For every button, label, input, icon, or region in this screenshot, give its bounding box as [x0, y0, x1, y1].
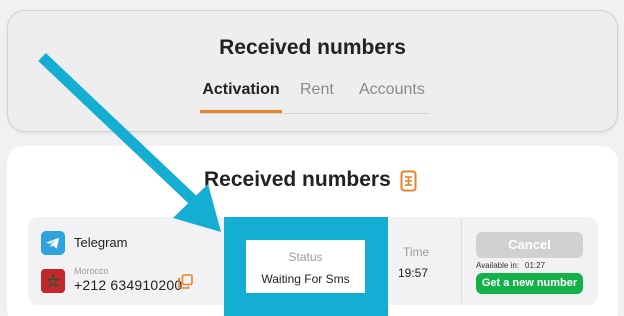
tab-rent[interactable]: Rent: [300, 80, 334, 113]
morocco-flag-icon: [41, 269, 65, 293]
tab-activation[interactable]: Activation: [200, 80, 282, 113]
tab-bar: Activation Rent Accounts: [200, 80, 430, 114]
tab-accounts[interactable]: Accounts: [359, 80, 425, 113]
copy-icon[interactable]: [178, 274, 193, 289]
divider: [461, 219, 462, 303]
get-new-number-button[interactable]: Get a new number: [476, 273, 583, 294]
time-value: 19:57: [398, 266, 429, 280]
status-value: Waiting For Sms: [261, 272, 350, 286]
available-label: Available in:: [476, 261, 519, 270]
service-name: Telegram: [74, 235, 128, 250]
status-box: Status Waiting For Sms: [246, 240, 365, 293]
available-countdown: Available in: 01:27: [476, 261, 545, 270]
country-name: Morocco: [74, 266, 109, 276]
document-icon[interactable]: [400, 170, 417, 192]
time-label: Time: [403, 245, 430, 259]
available-time: 01:27: [525, 261, 546, 270]
status-label: Status: [288, 250, 323, 264]
page-title: Received numbers: [219, 36, 406, 59]
telegram-icon: [41, 231, 65, 255]
section-title: Received numbers: [204, 168, 391, 191]
phone-number[interactable]: +212 634910200: [74, 277, 182, 293]
cancel-button[interactable]: Cancel: [476, 232, 583, 258]
header-card: Received numbers Activation Rent Account…: [7, 10, 618, 132]
